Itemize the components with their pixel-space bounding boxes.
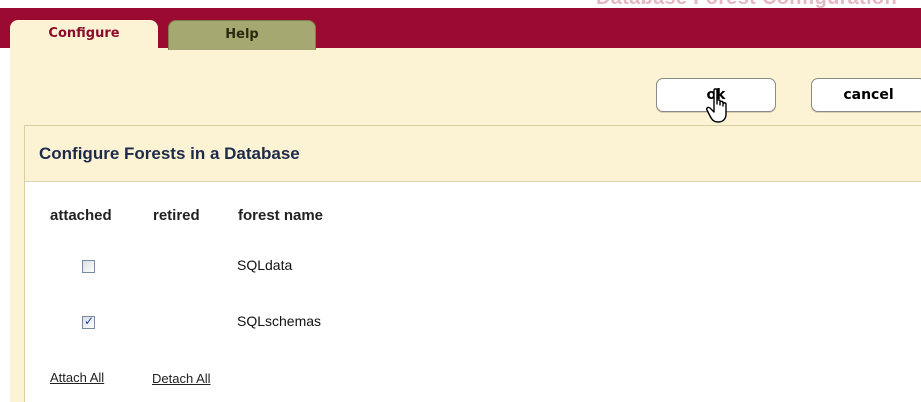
- page-title: Database Forest Configuration: [596, 0, 897, 10]
- column-header-forest-name: forest name: [238, 207, 324, 224]
- attach-all-link[interactable]: Attach All: [50, 370, 104, 385]
- column-header-attached: attached: [50, 207, 112, 224]
- detach-all-link[interactable]: Detach All: [152, 370, 212, 388]
- tab-configure[interactable]: Configure: [10, 20, 158, 51]
- forest-name-sqlschemas: SQLschemas: [237, 313, 322, 329]
- forest-name-sqldata: SQLdata: [237, 257, 293, 273]
- section-title: Configure Forests in a Database: [39, 144, 300, 163]
- checkmark-icon: ✓: [84, 314, 95, 328]
- hand-pointer-icon: [706, 88, 727, 123]
- column-header-retired: retired: [153, 207, 200, 224]
- tab-help[interactable]: Help: [168, 20, 316, 50]
- cancel-button[interactable]: cancel: [811, 78, 921, 112]
- attached-checkbox-sqlschemas[interactable]: ✓: [82, 314, 95, 329]
- forest-config-section: Configure Forests in a Database: [24, 125, 921, 402]
- attached-checkbox-sqldata[interactable]: [82, 260, 95, 273]
- section-header: Configure Forests in a Database: [25, 126, 921, 182]
